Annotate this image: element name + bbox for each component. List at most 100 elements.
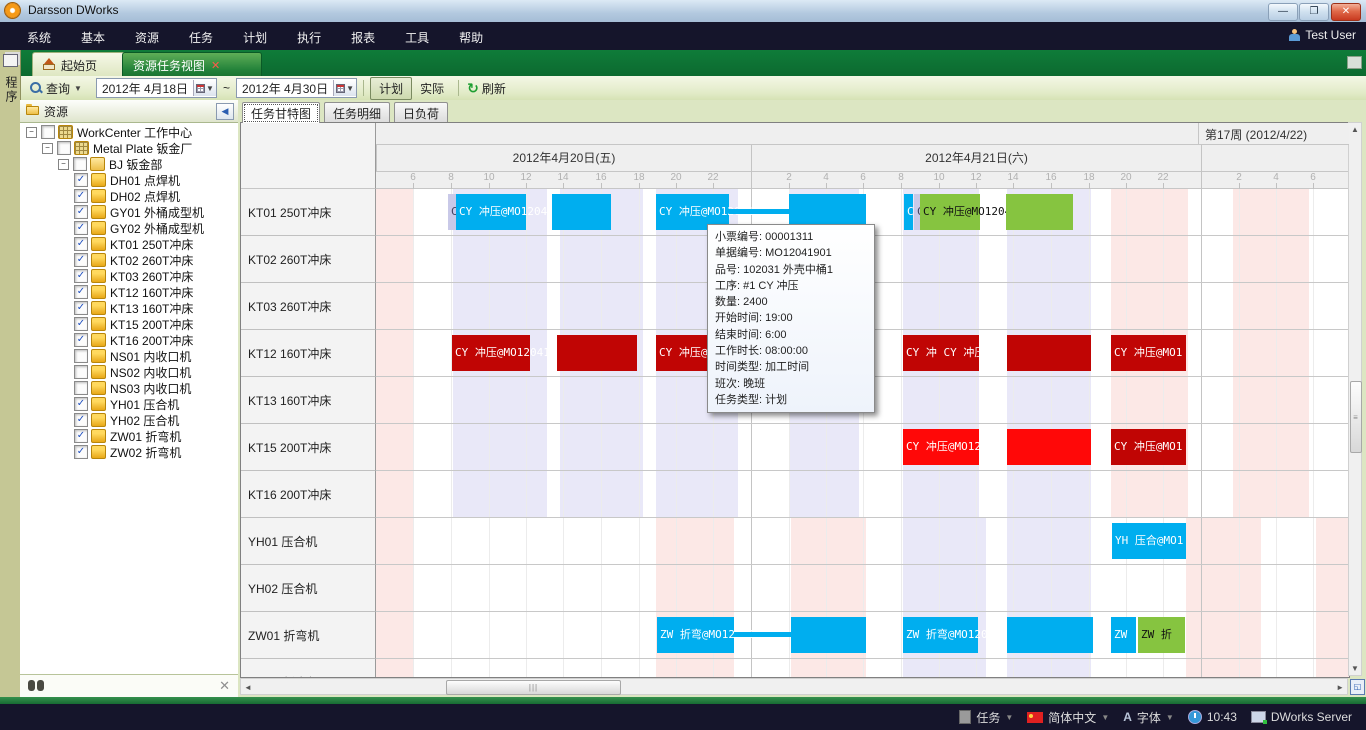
tree-item[interactable]: −WorkCenter 工作中心 [20,124,238,140]
gantt-tab-日负荷[interactable]: 日负荷 [394,102,448,122]
task-bar-connector[interactable] [729,209,789,214]
tree-item[interactable]: −Metal Plate 钣金厂 [20,140,238,156]
tree-checkbox[interactable] [74,381,88,395]
scroll-down-icon[interactable]: ▼ [1351,664,1359,673]
task-bar[interactable]: CY 冲 CY 冲压@MO12041904 [903,335,979,371]
tree-item[interactable]: ✓DH02 点焊机 [20,188,238,204]
chevron-down-icon[interactable]: ▼ [1005,713,1013,722]
side-strip-label[interactable]: 程序 [3,76,20,104]
task-bar[interactable]: ZW [1111,617,1136,653]
scroll-up-icon[interactable]: ▲ [1351,125,1359,134]
date-from-calendar-button[interactable]: ▼ [193,80,216,96]
vertical-scroll-thumb[interactable]: ≡ [1350,381,1362,453]
tree-checkbox[interactable]: ✓ [74,189,88,203]
plan-toggle-button[interactable]: 计划 [370,77,412,100]
tree-checkbox[interactable]: ✓ [74,317,88,331]
menu-item-资源[interactable]: 资源 [120,22,174,50]
tree-item[interactable]: NS01 内收口机 [20,348,238,364]
tree-item[interactable]: ✓KT12 160T冲床 [20,284,238,300]
tree-expander-icon[interactable]: − [42,143,53,154]
task-bar[interactable]: ZW 折弯@MO12041901 [657,617,734,653]
horizontal-scroll-thumb[interactable]: ||| [446,680,621,695]
tab-close-icon[interactable]: ✕ [211,59,220,72]
task-bar[interactable] [552,194,611,230]
horizontal-scrollbar[interactable]: ◄ ||| ► [240,678,1348,695]
tree-item[interactable]: ✓YH01 压合机 [20,396,238,412]
tree-checkbox[interactable]: ✓ [74,413,88,427]
tree-item[interactable]: ✓YH02 压合机 [20,412,238,428]
task-bar[interactable]: ZW 折 [1138,617,1185,653]
scroll-corner-icon[interactable]: ◱ [1350,679,1365,695]
task-bar[interactable] [1007,617,1093,653]
tree-checkbox[interactable]: ✓ [74,301,88,315]
menu-item-执行[interactable]: 执行 [282,22,336,50]
menu-item-报表[interactable]: 报表 [336,22,390,50]
query-button[interactable]: 查询 [46,80,70,97]
tree-expander-icon[interactable]: − [58,159,69,170]
tree-item[interactable]: ✓ZW01 折弯机 [20,428,238,444]
tree-item[interactable]: ✓KT02 260T冲床 [20,252,238,268]
task-bar[interactable]: CY 冲压@MO12041903 [903,429,979,465]
tree-item[interactable]: ✓DH01 点焊机 [20,172,238,188]
tree-checkbox[interactable]: ✓ [74,269,88,283]
restore-button[interactable]: ❐ [1299,3,1329,21]
tree-item[interactable]: ✓KT13 160T冲床 [20,300,238,316]
gantt-tab-任务甘特图[interactable]: 任务甘特图 [242,102,320,124]
tree-item[interactable]: ✓GY02 外桶成型机 [20,220,238,236]
tree-checkbox[interactable] [74,365,88,379]
gantt-tab-任务明细[interactable]: 任务明细 [324,102,390,122]
tree-item[interactable]: −BJ 钣金部 [20,156,238,172]
panel-collapse-button[interactable]: ◀ [216,103,234,120]
task-bar[interactable] [1007,429,1091,465]
menu-item-计划[interactable]: 计划 [228,22,282,50]
tree-checkbox[interactable]: ✓ [74,429,88,443]
menu-item-基本[interactable]: 基本 [66,22,120,50]
tree-checkbox[interactable]: ✓ [74,333,88,347]
tree-item[interactable]: ✓GY01 外桶成型机 [20,204,238,220]
scroll-left-icon[interactable]: ◄ [244,683,252,692]
tree-checkbox[interactable] [74,349,88,363]
tree-checkbox[interactable] [73,157,87,171]
tree-item[interactable]: ✓KT16 200T冲床 [20,332,238,348]
tree-checkbox[interactable] [57,141,71,155]
user-area[interactable]: Test User [1289,28,1356,42]
tab-home-page[interactable]: 起始页 [32,52,126,77]
menu-item-系统[interactable]: 系统 [12,22,66,50]
task-bar-connector[interactable] [734,632,791,637]
date-to-field[interactable]: 2012年 4月30日 ▼ [236,78,357,98]
scroll-right-icon[interactable]: ► [1336,683,1344,692]
tree-item[interactable]: ✓KT15 200T冲床 [20,316,238,332]
tree-checkbox[interactable]: ✓ [74,397,88,411]
actual-toggle-button[interactable]: 实际 [412,78,452,99]
task-bar[interactable] [557,335,637,371]
task-bar[interactable]: ZW 折弯@MO12041901 [903,617,978,653]
panel-layout-icon[interactable] [1347,56,1362,69]
task-bar[interactable] [791,617,866,653]
tab-resource-task-view[interactable]: 资源任务视图 ✕ [122,52,262,77]
tree-item[interactable]: ✓KT03 260T冲床 [20,268,238,284]
tree-checkbox[interactable]: ✓ [74,221,88,235]
tree-checkbox[interactable]: ✓ [74,445,88,459]
binoculars-search-icon[interactable] [28,680,44,691]
task-bar[interactable]: CY 冲压@MO1 [1111,429,1186,465]
chevron-down-icon[interactable]: ▼ [1101,713,1109,722]
vertical-scrollbar[interactable]: ▲ ≡ ▼ [1348,122,1362,676]
date-to-calendar-button[interactable]: ▼ [333,80,356,96]
task-bar[interactable]: CY 冲压@MO12041901 [456,194,526,230]
windows-stack-icon[interactable] [3,54,18,67]
close-button[interactable]: ✕ [1331,3,1361,21]
status-item-任务[interactable]: 任务▼ [959,709,1013,726]
tree-item[interactable]: ✓KT01 250T冲床 [20,236,238,252]
tree-item[interactable]: ✓ZW02 折弯机 [20,444,238,460]
menu-item-帮助[interactable]: 帮助 [444,22,498,50]
query-dropdown-arrow[interactable]: ▼ [74,84,82,93]
date-from-field[interactable]: 2012年 4月18日 ▼ [96,78,217,98]
task-bar[interactable]: C [904,194,913,230]
menu-item-工具[interactable]: 工具 [390,22,444,50]
task-bar[interactable]: CY 冲压@MO12041904 [452,335,530,371]
chevron-down-icon[interactable]: ▼ [1166,713,1174,722]
tree-checkbox[interactable]: ✓ [74,253,88,267]
tree-checkbox[interactable] [41,125,55,139]
task-bar[interactable]: CY 冲压@MO1 [1111,335,1186,371]
status-item-字体[interactable]: A字体▼ [1123,709,1174,726]
